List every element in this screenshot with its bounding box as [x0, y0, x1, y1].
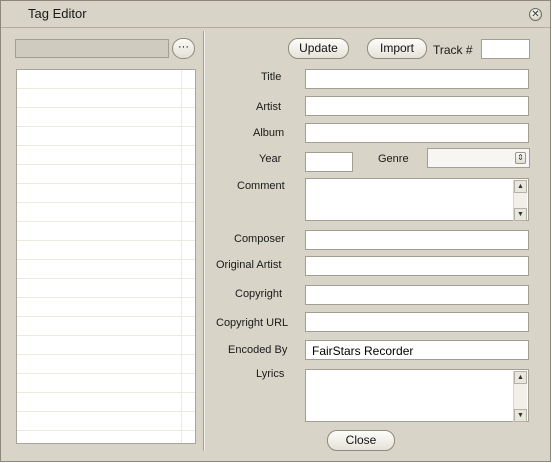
title-input[interactable] [305, 69, 529, 89]
copyright-url-input[interactable] [305, 312, 529, 332]
list-row-line [17, 335, 195, 336]
ellipsis-icon: ··· [178, 41, 189, 53]
tag-editor-window: Tag Editor ✕ ··· Update Import Track # T… [0, 0, 551, 462]
scroll-down-icon[interactable]: ▼ [514, 409, 527, 422]
copyright-input[interactable] [305, 285, 529, 305]
track-label: Track # [433, 43, 473, 57]
scroll-up-icon[interactable]: ▲ [514, 180, 527, 193]
lyrics-label: Lyrics [256, 368, 285, 380]
composer-label: Composer [234, 233, 285, 245]
list-row-line [17, 259, 195, 260]
list-row-line [17, 126, 195, 127]
copyright-url-label: Copyright URL [216, 317, 289, 329]
title-label: Title [261, 71, 282, 83]
close-window-button[interactable]: ✕ [529, 8, 542, 21]
list-row-line [17, 107, 195, 108]
artist-input[interactable] [305, 96, 529, 116]
list-row-line [17, 354, 195, 355]
year-input[interactable] [305, 152, 353, 172]
list-row-line [17, 88, 195, 89]
list-row-line [17, 183, 195, 184]
list-row-line [17, 411, 195, 412]
composer-input[interactable] [305, 230, 529, 250]
comment-scrollbar[interactable]: ▲ ▼ [513, 180, 527, 221]
list-row-line [17, 221, 195, 222]
album-label: Album [253, 127, 285, 139]
list-row-line [17, 202, 195, 203]
genre-label: Genre [378, 153, 409, 165]
year-label: Year [259, 153, 282, 165]
artist-label: Artist [256, 101, 282, 113]
comment-textarea[interactable]: ▲ ▼ [305, 178, 529, 221]
encoded-by-value: FairStars Recorder [312, 344, 414, 358]
encoded-by-label: Encoded By [228, 344, 288, 356]
list-row-line [17, 373, 195, 374]
browse-button[interactable]: ··· [172, 38, 195, 59]
update-button[interactable]: Update [288, 38, 349, 59]
scroll-down-icon[interactable]: ▼ [514, 208, 527, 221]
track-number-input[interactable] [481, 39, 530, 59]
updown-chevron-icon: ⇕ [515, 152, 526, 164]
close-button[interactable]: Close [327, 430, 395, 451]
album-input[interactable] [305, 123, 529, 143]
title-bar: Tag Editor ✕ [1, 1, 550, 27]
list-row-line [17, 430, 195, 431]
file-list[interactable] [16, 69, 196, 444]
close-icon: ✕ [531, 9, 540, 20]
list-row-line [17, 145, 195, 146]
comment-label: Comment [237, 180, 285, 192]
scroll-up-icon[interactable]: ▲ [514, 371, 527, 384]
genre-select[interactable]: ⇕ [427, 148, 530, 168]
lyrics-scrollbar[interactable]: ▲ ▼ [513, 371, 527, 422]
folder-path-field[interactable] [15, 39, 169, 58]
list-row-line [17, 297, 195, 298]
encoded-by-input[interactable]: FairStars Recorder [305, 340, 529, 360]
original-artist-label: Original Artist [216, 259, 282, 271]
list-row-line [17, 164, 195, 165]
copyright-label: Copyright [235, 288, 283, 300]
list-row-line [17, 240, 195, 241]
title-separator [1, 27, 550, 28]
original-artist-input[interactable] [305, 256, 529, 276]
list-row-line [17, 392, 195, 393]
list-row-line [17, 316, 195, 317]
lyrics-textarea[interactable]: ▲ ▼ [305, 369, 529, 422]
pane-divider[interactable] [203, 31, 205, 451]
window-title: Tag Editor [28, 6, 87, 21]
list-row-line [17, 278, 195, 279]
import-button[interactable]: Import [367, 38, 427, 59]
